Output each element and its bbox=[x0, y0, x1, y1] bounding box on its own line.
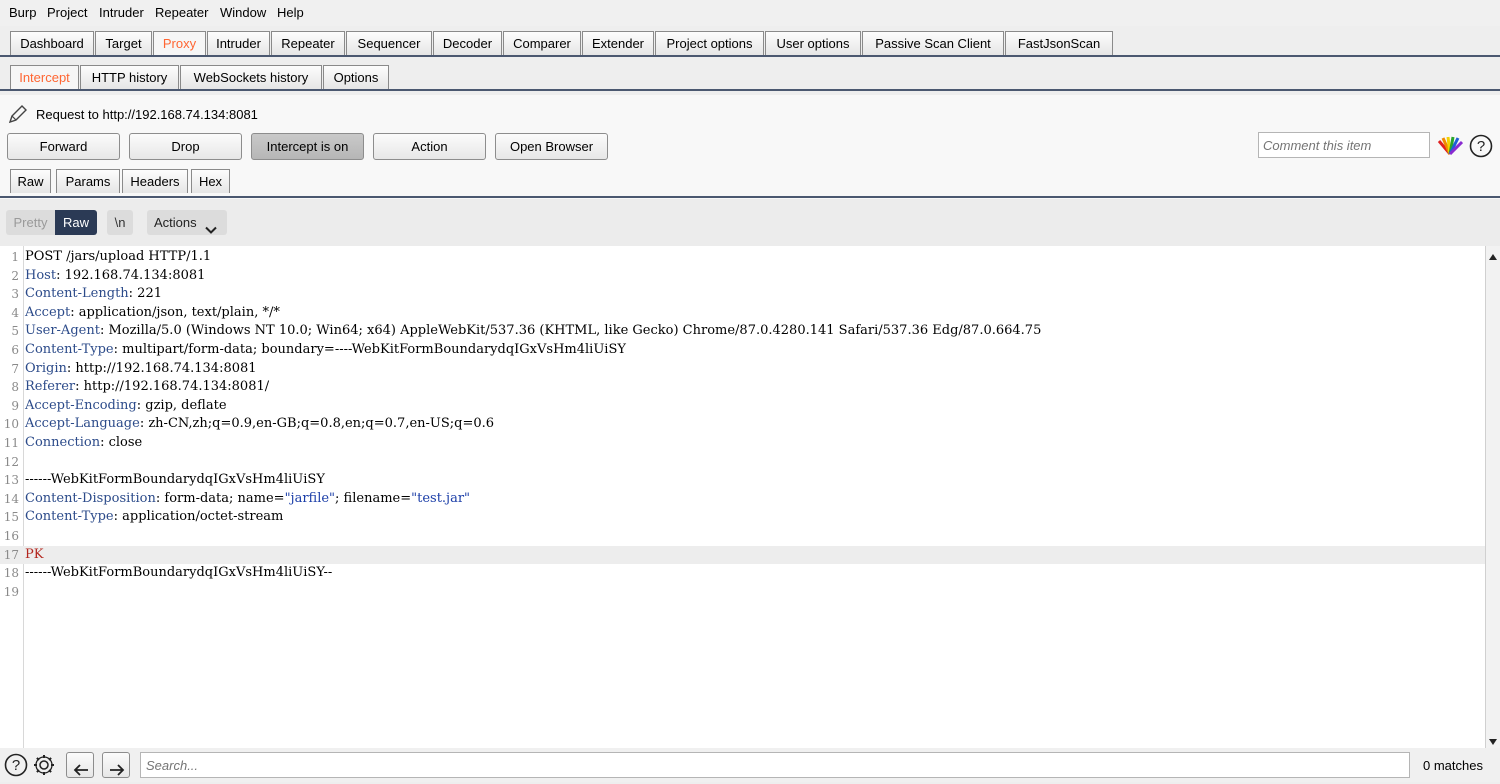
menu-help[interactable]: Help bbox=[277, 5, 304, 20]
code-line: 12 bbox=[3, 454, 19, 469]
chevron-down-icon bbox=[205, 218, 217, 243]
code-line: 8 Referer: http://192.168.74.134:8081/ bbox=[11, 379, 270, 395]
match-count: 0 matches bbox=[1423, 758, 1483, 773]
tab-hex[interactable]: Hex bbox=[191, 169, 230, 193]
tab-proxy[interactable]: Proxy bbox=[153, 31, 206, 55]
pretty-toggle[interactable]: Pretty bbox=[6, 210, 55, 235]
tab-headers[interactable]: Headers bbox=[122, 169, 188, 193]
help-icon[interactable]: ? bbox=[4, 753, 28, 780]
gear-icon[interactable] bbox=[32, 753, 56, 780]
tab-project-options[interactable]: Project options bbox=[655, 31, 764, 55]
menu-repeater[interactable]: Repeater bbox=[155, 5, 208, 20]
tab-options[interactable]: Options bbox=[323, 65, 389, 89]
actions-dropdown[interactable]: Actions bbox=[147, 210, 227, 235]
main-tabs: Dashboard Target Proxy Intruder Repeater… bbox=[0, 31, 1500, 56]
code-line: 11 Connection: close bbox=[3, 435, 143, 450]
menu-bar: Burp Project Intruder Repeater Window He… bbox=[0, 0, 1500, 26]
tab-params[interactable]: Params bbox=[56, 169, 120, 193]
code-line: 14 Content-Disposition: form-data; name="… bbox=[3, 490, 471, 506]
main-tabs-divider bbox=[0, 55, 1500, 57]
tab-comparer[interactable]: Comparer bbox=[503, 31, 581, 55]
tab-passive-scan-client[interactable]: Passive Scan Client bbox=[862, 31, 1004, 55]
code-line: 18 ------WebKitFormBoundarydqIGxVsHm4liUi… bbox=[3, 565, 333, 581]
code-line: 10 Accept-Language: zh-CN,zh;q=0.9,en-GB;… bbox=[3, 416, 495, 432]
action-button[interactable]: Action bbox=[373, 133, 486, 160]
tab-repeater[interactable]: Repeater bbox=[271, 31, 345, 55]
menu-burp[interactable]: Burp bbox=[9, 5, 36, 20]
menu-intruder[interactable]: Intruder bbox=[99, 5, 144, 20]
previous-match-button[interactable] bbox=[66, 752, 94, 778]
tab-http-history[interactable]: HTTP history bbox=[80, 65, 179, 89]
request-label: Request to http://192.168.74.134:8081 bbox=[36, 107, 258, 122]
tab-target[interactable]: Target bbox=[95, 31, 152, 55]
vertical-scrollbar[interactable] bbox=[1485, 246, 1500, 748]
help-icon[interactable]: ? bbox=[1469, 134, 1493, 158]
code-line: 5 User-Agent: Mozilla/5.0 (Windows NT 10.… bbox=[11, 323, 1042, 339]
svg-text:?: ? bbox=[1477, 138, 1485, 155]
menu-project[interactable]: Project bbox=[47, 5, 87, 20]
highlight-color-icon[interactable] bbox=[1437, 135, 1464, 157]
proxy-sub-tabs: Intercept HTTP history WebSockets histor… bbox=[0, 65, 1500, 90]
code-line: 3 Content-Length: 221 bbox=[11, 286, 162, 302]
arrow-left-icon bbox=[73, 759, 89, 784]
code-line: 2 Host: 192.168.74.134:8081 bbox=[11, 267, 206, 283]
svg-text:?: ? bbox=[12, 757, 20, 774]
tab-intercept[interactable]: Intercept bbox=[10, 65, 79, 89]
scroll-down-icon[interactable] bbox=[1488, 734, 1498, 749]
tab-fastjsonscan[interactable]: FastJsonScan bbox=[1005, 31, 1113, 55]
code-line: 13 ------WebKitFormBoundarydqIGxVsHm4liUi… bbox=[3, 472, 325, 488]
editor-toolbar: Pretty Raw \n Actions bbox=[0, 199, 1500, 246]
actions-label: Actions bbox=[154, 215, 197, 230]
comment-input[interactable] bbox=[1258, 132, 1430, 158]
code-line-current: 17 PK bbox=[0, 545, 1485, 565]
newline-toggle[interactable]: \n bbox=[107, 210, 133, 235]
drop-button[interactable]: Drop bbox=[129, 133, 242, 160]
search-input[interactable] bbox=[140, 752, 1410, 778]
next-match-button[interactable] bbox=[102, 752, 130, 778]
search-bar: ? 0 matches bbox=[0, 748, 1500, 782]
code-line: 7 Origin: http://192.168.74.134:8081 bbox=[11, 360, 257, 376]
tab-decoder[interactable]: Decoder bbox=[433, 31, 502, 55]
tab-raw[interactable]: Raw bbox=[10, 169, 51, 193]
arrow-right-icon bbox=[109, 759, 125, 784]
request-editor[interactable]: 1 POST /jars/upload HTTP/1.1 2 Host: 192.1… bbox=[0, 246, 1500, 748]
intercept-toggle-button[interactable]: Intercept is on bbox=[251, 133, 364, 160]
tab-user-options[interactable]: User options bbox=[765, 31, 861, 55]
pencil-icon[interactable] bbox=[7, 103, 29, 125]
view-tabs-divider bbox=[0, 196, 1500, 198]
open-browser-button[interactable]: Open Browser bbox=[495, 133, 608, 160]
tab-extender[interactable]: Extender bbox=[582, 31, 654, 55]
code-line: 9 Accept-Encoding: gzip, deflate bbox=[11, 397, 227, 413]
tab-dashboard[interactable]: Dashboard bbox=[10, 31, 94, 55]
raw-toggle[interactable]: Raw bbox=[55, 210, 97, 235]
scroll-up-icon[interactable] bbox=[1488, 249, 1498, 264]
code-line: 4 Accept: application/json, text/plain, *… bbox=[11, 304, 280, 320]
code-line: 6 Content-Type: multipart/form-data; boun… bbox=[11, 342, 626, 357]
forward-button[interactable]: Forward bbox=[7, 133, 120, 160]
tab-intruder[interactable]: Intruder bbox=[207, 31, 270, 55]
code-line: 1 POST /jars/upload HTTP/1.1 bbox=[11, 249, 212, 264]
menu-window[interactable]: Window bbox=[220, 5, 266, 20]
tab-sequencer[interactable]: Sequencer bbox=[346, 31, 432, 55]
sub-tabs-divider bbox=[0, 89, 1500, 91]
tab-websockets-history[interactable]: WebSockets history bbox=[180, 65, 322, 89]
code-line: 19 bbox=[3, 584, 19, 599]
code-line: 15 Content-Type: application/octet-stream bbox=[3, 509, 284, 525]
code-line: 16 bbox=[3, 529, 19, 543]
intercept-panel: Request to http://192.168.74.134:8081 Fo… bbox=[0, 95, 1500, 199]
